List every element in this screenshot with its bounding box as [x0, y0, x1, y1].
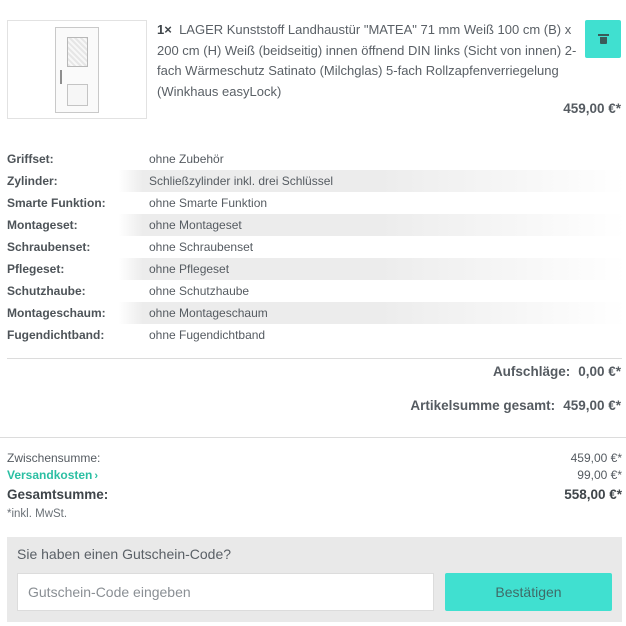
option-value: ohne Montageset — [149, 218, 242, 232]
option-value: ohne Zubehör — [149, 152, 224, 166]
option-row: Montageset: ohne Montageset — [7, 214, 626, 236]
item-total-line: Artikelsumme gesamt: 459,00 €* — [410, 398, 621, 413]
section-divider — [7, 358, 622, 359]
option-row: Fugendichtband: ohne Fugendichtband — [7, 324, 626, 346]
option-label: Zylinder: — [7, 174, 58, 188]
door-thumbnail — [55, 26, 99, 113]
product-image[interactable] — [7, 20, 147, 119]
coupon-section: Sie haben einen Gutschein-Code? Bestätig… — [7, 537, 622, 622]
item-price: 459,00 €* — [563, 101, 621, 116]
product-quantity: 1× — [157, 22, 172, 37]
option-label: Schutzhaube: — [7, 284, 86, 298]
subtotal-value: 459,00 €* — [570, 450, 622, 465]
grand-total-row: Gesamtsumme: 558,00 €* — [7, 484, 622, 505]
product-name[interactable]: LAGER Kunststoff Landhaustür "MATEA" 71 … — [157, 22, 576, 99]
option-value: ohne Smarte Funktion — [149, 196, 268, 210]
subtotal-label: Zwischensumme: — [7, 450, 101, 465]
option-value: ohne Schraubenset — [149, 240, 254, 254]
subtotal-row: Zwischensumme: 459,00 €* — [7, 449, 622, 467]
option-label: Griffset: — [7, 152, 54, 166]
option-value: ohne Fugendichtband — [149, 328, 266, 342]
coupon-code-input[interactable] — [17, 573, 434, 611]
item-total-label: Artikelsumme gesamt: — [410, 398, 556, 413]
vat-note: *inkl. MwSt. — [7, 508, 68, 520]
confirm-coupon-button[interactable]: Bestätigen — [445, 573, 612, 611]
option-label: Fugendichtband: — [7, 328, 105, 342]
door-glass — [67, 36, 88, 67]
option-value: ohne Montageschaum — [149, 306, 268, 320]
option-label: Montageset: — [7, 218, 78, 232]
coupon-heading: Sie haben einen Gutschein-Code? — [17, 546, 232, 562]
door-handle — [60, 69, 62, 84]
option-value: Schließzylinder inkl. drei Schlüssel — [149, 174, 334, 188]
option-row: Griffset: ohne Zubehör — [7, 148, 626, 170]
option-row: Montageschaum: ohne Montageschaum — [7, 302, 626, 324]
trash-icon — [597, 34, 609, 44]
option-row: Smarte Funktion: ohne Smarte Funktion — [7, 192, 626, 214]
section-divider — [0, 437, 626, 438]
option-label: Montageschaum: — [7, 306, 106, 320]
shipping-row: Versandkosten › 99,00 €* — [7, 467, 622, 485]
surcharges-value: 0,00 €* — [578, 364, 621, 379]
option-label: Schraubenset: — [7, 240, 91, 254]
option-row: Pflegeset: ohne Pflegeset — [7, 258, 626, 280]
option-row: Schutzhaube: ohne Schutzhaube — [7, 280, 626, 302]
shipping-value: 99,00 €* — [577, 468, 622, 483]
option-row: Zylinder: Schließzylinder inkl. drei Sch… — [7, 170, 626, 192]
cart-totals: Zwischensumme: 459,00 €* Versandkosten › … — [7, 449, 622, 520]
remove-item-button[interactable] — [585, 20, 621, 58]
shipping-costs-link[interactable]: Versandkosten › — [7, 468, 98, 482]
product-options: Griffset: ohne Zubehör Zylinder: Schließ… — [7, 148, 626, 346]
door-panel — [67, 83, 88, 106]
surcharges-line: Aufschläge: 0,00 €* — [493, 364, 621, 379]
option-row: Schraubenset: ohne Schraubenset — [7, 236, 626, 258]
shipping-label: Versandkosten — [7, 468, 93, 483]
option-value: ohne Pflegeset — [149, 262, 230, 276]
product-title[interactable]: 1× LAGER Kunststoff Landhaustür "MATEA" … — [157, 20, 583, 102]
grand-total-value: 558,00 €* — [564, 487, 622, 502]
option-value: ohne Schutzhaube — [149, 284, 250, 298]
item-total-value: 459,00 €* — [563, 398, 621, 413]
option-label: Smarte Funktion: — [7, 196, 106, 210]
surcharges-label: Aufschläge: — [492, 364, 571, 379]
grand-total-label: Gesamtsumme: — [7, 487, 109, 502]
chevron-right-icon: › — [94, 470, 99, 483]
option-label: Pflegeset: — [7, 262, 65, 276]
